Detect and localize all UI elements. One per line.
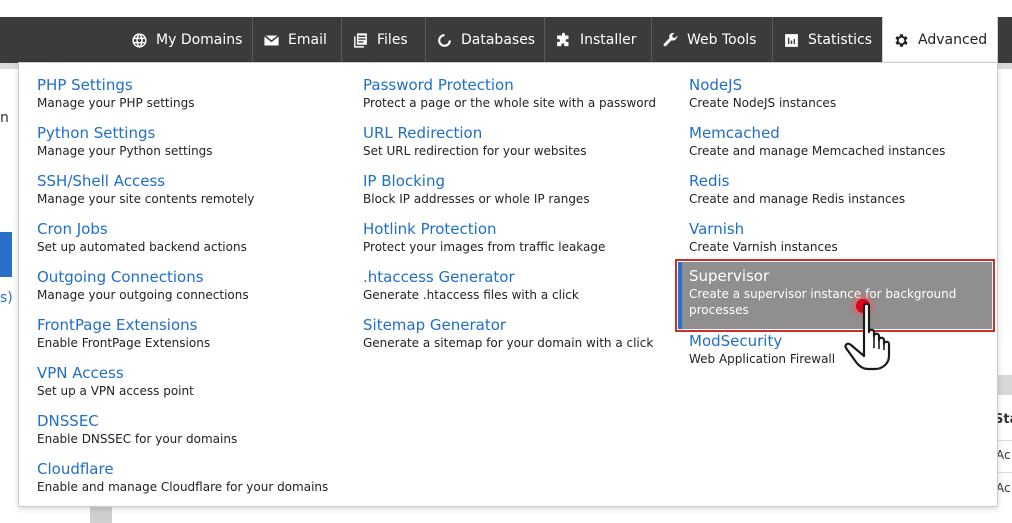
menu-item-desc: Create a supervisor instance for backgro… <box>689 287 957 317</box>
table-cell-fragment: Ac <box>996 481 1011 495</box>
menu-item-desc: Generate a sitemap for your domain with … <box>363 336 654 350</box>
tab-label: Databases <box>461 32 536 48</box>
menu-item-title[interactable]: PHP Settings <box>37 76 337 95</box>
menu-item-desc: Manage your outgoing connections <box>37 288 249 302</box>
menu-item-desc: Protect a page or the whole site with a … <box>363 96 656 110</box>
menu-item-title[interactable]: NodeJS <box>689 76 989 95</box>
menu-item-title[interactable]: DNSSEC <box>37 412 337 431</box>
files-icon <box>354 32 367 48</box>
advanced-dropdown-menu: PHP Settings Manage your PHP settings Py… <box>18 62 998 507</box>
menu-item-desc: Manage your site contents remotely <box>37 192 255 206</box>
menu-item-cloudflare[interactable]: Cloudflare Enable and manage Cloudflare … <box>37 460 337 495</box>
menu-item-cron-jobs[interactable]: Cron Jobs Set up automated backend actio… <box>37 220 337 255</box>
tab-label: Advanced <box>918 32 988 48</box>
menu-item-dnssec[interactable]: DNSSEC Enable DNSSEC for your domains <box>37 412 337 447</box>
menu-item-desc: Manage your Python settings <box>37 144 213 158</box>
menu-item-password-protection[interactable]: Password Protection Protect a page or th… <box>363 76 663 111</box>
menu-item-php-settings[interactable]: PHP Settings Manage your PHP settings <box>37 76 337 111</box>
menu-item-ip-blocking[interactable]: IP Blocking Block IP addresses or whole … <box>363 172 663 207</box>
tab-label: Email <box>288 32 327 48</box>
menu-item-desc: Set URL redirection for your websites <box>363 144 587 158</box>
menu-item-title[interactable]: Outgoing Connections <box>37 268 337 287</box>
tab-label: My Domains <box>156 32 243 48</box>
tab-statistics[interactable]: Statistics <box>772 17 882 63</box>
puzzle-icon <box>557 32 569 46</box>
menu-item-supervisor[interactable]: Supervisor Create a supervisor instance … <box>675 259 995 332</box>
hand-cursor-icon <box>844 302 891 371</box>
page-heading-fragment: n <box>0 110 9 126</box>
menu-item-outgoing-connections[interactable]: Outgoing Connections Manage your outgoin… <box>37 268 337 303</box>
tab-label: Files <box>377 32 408 48</box>
menu-item-desc: Create and manage Redis instances <box>689 192 906 206</box>
page-scroll-block <box>90 505 112 523</box>
table-cell-fragment: Ac <box>996 448 1011 462</box>
menu-item-desc: Create and manage Memcached instances <box>689 144 946 158</box>
menu-item-title[interactable]: Hotlink Protection <box>363 220 663 239</box>
tab-my-domains[interactable]: My Domains <box>121 17 252 63</box>
menu-item-desc: Block IP addresses or whole IP ranges <box>363 192 590 206</box>
table-row-divider <box>997 440 1012 441</box>
envelope-icon <box>263 34 280 45</box>
menu-item-title[interactable]: Sitemap Generator <box>363 316 663 335</box>
tab-files[interactable]: Files <box>341 17 424 63</box>
wrench-icon <box>663 32 678 46</box>
menu-item-desc: Enable FrontPage Extensions <box>37 336 211 350</box>
menu-item-desc: Set up automated backend actions <box>37 240 247 254</box>
menu-item-redis[interactable]: Redis Create and manage Redis instances <box>689 172 989 207</box>
menu-item-title[interactable]: Password Protection <box>363 76 663 95</box>
tab-installer[interactable]: Installer <box>544 17 650 63</box>
menu-item-desc: Protect your images from traffic leakage <box>363 240 606 254</box>
menu-item-nodejs[interactable]: NodeJS Create NodeJS instances <box>689 76 989 111</box>
menu-item-sitemap-generator[interactable]: Sitemap Generator Generate a sitemap for… <box>363 316 663 351</box>
tab-email[interactable]: Email <box>252 17 340 63</box>
menu-item-hotlink-protection[interactable]: Hotlink Protection Protect your images f… <box>363 220 663 255</box>
menu-item-frontpage-extensions[interactable]: FrontPage Extensions Enable FrontPage Ex… <box>37 316 337 351</box>
menu-item-desc: Manage your PHP settings <box>37 96 195 110</box>
menu-item-desc: Create NodeJS instances <box>689 96 837 110</box>
menu-item-desc: Enable DNSSEC for your domains <box>37 432 238 446</box>
menu-item-ssh-shell-access[interactable]: SSH/Shell Access Manage your site conten… <box>37 172 337 207</box>
menu-item-title[interactable]: Varnish <box>689 220 989 239</box>
gear-icon <box>895 33 908 47</box>
menu-item-vpn-access[interactable]: VPN Access Set up a VPN access point <box>37 364 337 399</box>
menu-item-title[interactable]: FrontPage Extensions <box>37 316 337 335</box>
page-blue-block[interactable] <box>0 232 12 277</box>
menu-item-python-settings[interactable]: Python Settings Manage your Python setti… <box>37 124 337 159</box>
menu-item-varnish[interactable]: Varnish Create Varnish instances <box>689 220 989 255</box>
menu-item-title[interactable]: Cron Jobs <box>37 220 337 239</box>
tab-databases[interactable]: Databases <box>425 17 543 63</box>
menu-item-desc: Set up a VPN access point <box>37 384 194 398</box>
menu-item-desc: Enable and manage Cloudflare for your do… <box>37 480 329 494</box>
menu-item-title[interactable]: Cloudflare <box>37 460 337 479</box>
menu-item-memcached[interactable]: Memcached Create and manage Memcached in… <box>689 124 989 159</box>
menu-item-htaccess-generator[interactable]: .htaccess Generator Generate .htaccess f… <box>363 268 663 303</box>
menu-item-title[interactable]: URL Redirection <box>363 124 663 143</box>
table-row-divider <box>997 472 1012 473</box>
menu-item-title[interactable]: Python Settings <box>37 124 337 143</box>
tab-label: Installer <box>580 32 637 48</box>
menu-item-desc: Generate .htaccess files with a click <box>363 288 579 302</box>
tab-advanced[interactable]: Advanced <box>882 17 998 63</box>
menu-item-title[interactable]: Memcached <box>689 124 989 143</box>
menu-item-title[interactable]: VPN Access <box>37 364 337 383</box>
menu-item-title[interactable]: IP Blocking <box>363 172 663 191</box>
page-link-fragment[interactable]: s) <box>0 290 13 306</box>
menu-item-desc: Create Varnish instances <box>689 240 838 254</box>
database-icon <box>438 33 451 47</box>
tab-label: Statistics <box>808 32 872 48</box>
menu-item-title[interactable]: Supervisor <box>689 267 992 286</box>
globe-icon <box>132 32 147 48</box>
menu-item-url-redirection[interactable]: URL Redirection Set URL redirection for … <box>363 124 663 159</box>
menu-item-title[interactable]: SSH/Shell Access <box>37 172 337 191</box>
menu-item-title[interactable]: .htaccess Generator <box>363 268 663 287</box>
bar-chart-icon <box>785 33 798 47</box>
table-header-block <box>997 375 1012 395</box>
tab-label: Web Tools <box>687 32 757 48</box>
tab-web-tools[interactable]: Web Tools <box>651 17 771 63</box>
menu-item-title[interactable]: Redis <box>689 172 989 191</box>
